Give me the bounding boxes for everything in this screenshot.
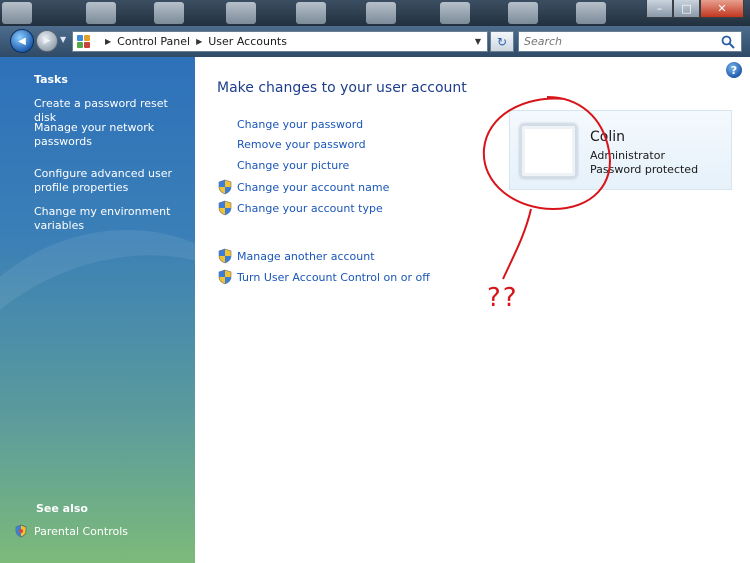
desktop-icon [296, 2, 326, 24]
maximize-button[interactable]: □ [673, 0, 700, 18]
desktop-icon [576, 2, 606, 24]
parental-controls-icon [15, 524, 27, 538]
minimize-button[interactable]: – [646, 0, 673, 18]
tasks-heading: Tasks [34, 73, 68, 86]
help-icon[interactable]: ? [726, 62, 742, 78]
task-change-account-name[interactable]: Change your account name [217, 179, 389, 195]
desktop-icon [440, 2, 470, 24]
search-input[interactable] [524, 35, 714, 48]
task-label: Remove your password [237, 138, 366, 151]
task-change-password[interactable]: Change your password [217, 118, 363, 131]
uac-shield-icon [218, 269, 232, 285]
forward-arrow-icon: ▶ [43, 36, 51, 46]
page-title: Make changes to your user account [217, 80, 467, 96]
refresh-icon: ↻ [496, 34, 508, 49]
navigation-bar: ◀ ▶ ▼ ▶ Control Panel ▶ User Accounts ▼ … [0, 26, 750, 57]
task-label: Manage another account [237, 249, 375, 263]
close-button[interactable]: ✕ [700, 0, 744, 18]
recent-pages-dropdown[interactable]: ▼ [60, 35, 66, 44]
back-arrow-icon: ◀ [18, 35, 26, 47]
desktop-icon [226, 2, 256, 24]
task-change-picture[interactable]: Change your picture [217, 159, 349, 172]
desktop-icon [508, 2, 538, 24]
search-icon[interactable] [721, 35, 735, 49]
forward-button[interactable]: ▶ [36, 30, 58, 52]
sidebar-link-parental-controls[interactable]: Parental Controls [14, 524, 128, 538]
desktop-icon [86, 2, 116, 24]
sidebar-link-environment-variables[interactable]: Change my environment variables [34, 205, 184, 233]
search-box[interactable] [518, 31, 742, 52]
breadcrumb-control-panel[interactable]: Control Panel [117, 35, 190, 48]
desktop-strip: – □ ✕ [0, 0, 750, 26]
account-role: Administrator [590, 149, 665, 162]
uac-shield-icon [218, 200, 232, 216]
uac-shield-icon [218, 179, 232, 195]
address-bar[interactable]: ▶ Control Panel ▶ User Accounts ▼ [72, 31, 488, 52]
task-label: Change your password [237, 118, 364, 131]
task-label: Change your account type [237, 201, 383, 215]
breadcrumb-separator[interactable]: ▶ [105, 37, 111, 46]
account-picture[interactable] [520, 124, 577, 178]
uac-shield-icon [218, 248, 232, 264]
window-controls: – □ ✕ [646, 0, 744, 18]
refresh-button[interactable]: ↻ [490, 31, 514, 52]
main-content: ? Make changes to your user account Chan… [195, 57, 750, 563]
breadcrumb-user-accounts[interactable]: User Accounts [208, 35, 287, 48]
sidebar-link-advanced-profile[interactable]: Configure advanced user profile properti… [34, 167, 184, 195]
task-label: Turn User Account Control on or off [237, 270, 430, 284]
task-change-account-type[interactable]: Change your account type [217, 200, 383, 216]
task-pane: Tasks Create a password reset disk Manag… [0, 57, 195, 563]
task-manage-another-account[interactable]: Manage another account [217, 248, 375, 264]
task-remove-password[interactable]: Remove your password [217, 138, 366, 151]
parental-controls-label: Parental Controls [34, 524, 128, 538]
breadcrumb-separator[interactable]: ▶ [196, 37, 202, 46]
task-label: Change your account name [237, 180, 390, 194]
control-panel-icon [77, 34, 93, 49]
desktop-icon [154, 2, 184, 24]
back-button[interactable]: ◀ [10, 29, 34, 53]
annotation-text: ?? [487, 283, 519, 313]
account-status: Password protected [590, 163, 699, 176]
address-dropdown-icon[interactable]: ▼ [475, 37, 481, 46]
desktop-icon [366, 2, 396, 24]
task-label: Change your picture [237, 159, 350, 172]
account-card: Colin Administrator Password protected [509, 110, 732, 190]
task-toggle-uac[interactable]: Turn User Account Control on or off [217, 269, 430, 285]
sidebar-link-network-passwords[interactable]: Manage your network passwords [34, 121, 184, 149]
desktop-icon [2, 2, 32, 24]
see-also-heading: See also [36, 502, 88, 515]
account-name: Colin [590, 129, 625, 145]
